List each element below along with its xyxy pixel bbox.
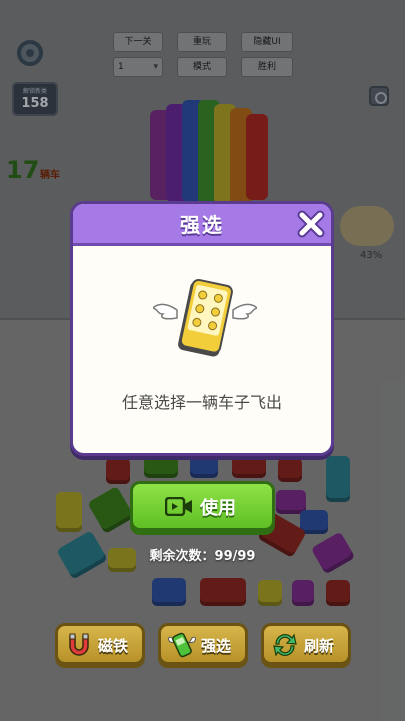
winged-card-icon xyxy=(151,278,259,358)
tool-pick-button[interactable]: 强选 xyxy=(158,623,248,665)
use-button[interactable]: 使用 xyxy=(130,481,275,531)
modal-description: 任意选择一辆车子飞出 xyxy=(121,393,282,412)
refresh-icon xyxy=(273,633,297,657)
tool-magnet-label: 磁铁 xyxy=(98,637,129,655)
tool-refresh-label: 刷新 xyxy=(304,637,335,655)
video-ad-icon xyxy=(165,497,192,516)
pick-car-icon xyxy=(168,632,196,658)
close-icon[interactable] xyxy=(297,210,325,238)
power-up-modal: 强选 任意选择一辆车子飞出 xyxy=(70,201,334,456)
use-button-label: 使用 xyxy=(200,498,236,519)
magnet-icon xyxy=(69,633,89,656)
remaining-uses: 剩余次数：99/99 xyxy=(149,549,256,564)
tool-refresh-button[interactable]: 刷新 xyxy=(261,623,351,665)
tool-pick-label: 强选 xyxy=(201,637,232,655)
tool-magnet-button[interactable]: 磁铁 xyxy=(55,623,145,665)
modal-body: 任意选择一辆车子飞出 xyxy=(73,249,331,453)
modal-title: 强选 xyxy=(180,213,224,237)
